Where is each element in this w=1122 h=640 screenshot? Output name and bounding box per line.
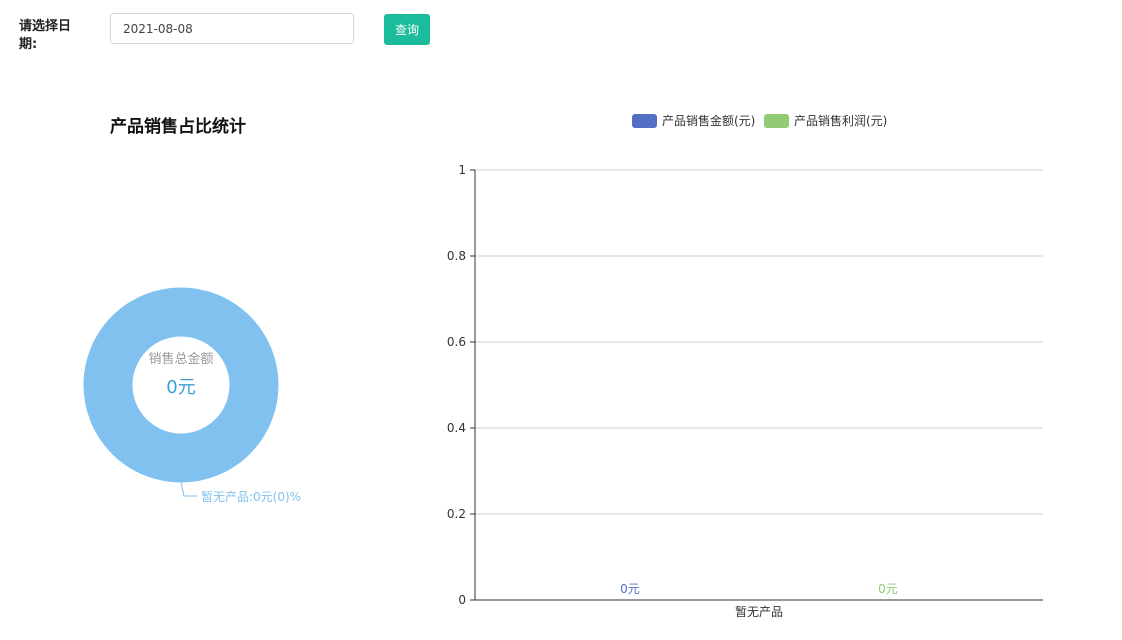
bar-chart-grid	[475, 169, 1043, 515]
legend-swatch-sales-amount[interactable]	[632, 114, 657, 128]
donut-slice-label: 暂无产品:0元(0)%	[201, 490, 301, 504]
y-tick-label: 0.6	[447, 335, 466, 349]
legend-label-sales-amount[interactable]: 产品销售金额(元)	[662, 113, 755, 128]
y-tick-label: 1	[458, 163, 466, 177]
legend-label-sales-profit[interactable]: 产品销售利润(元)	[794, 113, 887, 128]
donut-center-value: 0元	[166, 377, 195, 398]
bar-chart-x-axis: 暂无产品	[735, 605, 783, 619]
y-tick-label: 0.8	[447, 249, 466, 263]
donut-center-label: 销售总金额	[148, 351, 213, 367]
bar-value-label: 0元	[620, 582, 640, 596]
y-tick-label: 0.4	[447, 421, 466, 435]
bar-value-label: 0元	[878, 582, 898, 596]
bar-legend: 产品销售金额(元) 产品销售利润(元)	[632, 113, 887, 128]
bar-chart-axes	[474, 170, 1043, 601]
donut-chart: 销售总金额 0元 暂无产品:0元(0)%	[83, 287, 301, 504]
bar-chart-bars: 0元 0元	[620, 582, 898, 596]
legend-swatch-sales-profit[interactable]	[764, 114, 789, 128]
y-tick-label: 0.2	[447, 507, 466, 521]
y-tick-label: 0	[458, 593, 466, 607]
charts-canvas: 销售总金额 0元 暂无产品:0元(0)% 产品销售金额(元) 产品销售利润(元)…	[83, 113, 1043, 619]
donut-label-leader-line	[180, 481, 197, 497]
bar-chart-y-axis: 0 0.2 0.4 0.6 0.8 1	[447, 163, 475, 607]
x-tick-label: 暂无产品	[735, 605, 783, 619]
